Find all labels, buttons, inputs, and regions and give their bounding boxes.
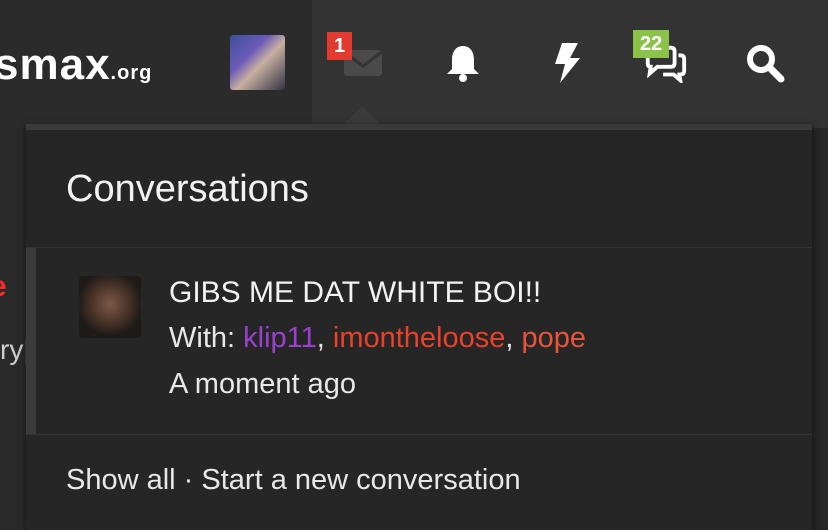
logo-tld: .org	[110, 62, 153, 84]
user-avatar[interactable]	[230, 35, 285, 90]
logo-text: smax	[0, 40, 111, 89]
conversation-title[interactable]: GIBS ME DAT WHITE BOI!!	[169, 276, 541, 310]
inbox-badge: 1	[327, 32, 353, 60]
conversation-item[interactable]: GIBS ME DAT WHITE BOI!! With: klip11, im…	[26, 248, 812, 434]
search-button[interactable]	[742, 40, 788, 86]
bell-icon	[447, 46, 479, 82]
participant-separator: ,	[316, 322, 325, 354]
bolt-icon	[555, 43, 580, 83]
background-fragment-red: e	[0, 270, 7, 304]
with-label: With:	[169, 322, 236, 354]
divider	[26, 434, 812, 435]
dropdown-caret	[342, 106, 382, 126]
participant-link[interactable]: pope	[522, 322, 587, 354]
participant-separator: ,	[505, 322, 514, 354]
start-conversation-link[interactable]: Start a new conversation	[201, 464, 520, 496]
participant-link[interactable]: klip11	[243, 322, 317, 354]
alerts-button[interactable]	[440, 40, 486, 86]
unread-indicator	[26, 248, 36, 434]
dropdown-footer: Show all · Start a new conversation	[66, 464, 521, 497]
show-all-link[interactable]: Show all	[66, 464, 176, 496]
conversations-dropdown: Conversations GIBS ME DAT WHITE BOI!! Wi…	[26, 124, 812, 530]
page-background	[0, 128, 26, 529]
participant-link[interactable]: imontheloose	[333, 322, 506, 354]
site-logo[interactable]: smax.org	[0, 40, 152, 90]
whats-new-button[interactable]	[544, 40, 590, 86]
dropdown-title: Conversations	[66, 168, 309, 210]
chat-badge: 22	[633, 30, 670, 58]
conversation-time: A moment ago	[169, 368, 356, 400]
conversation-avatar[interactable]	[79, 276, 141, 338]
conversation-participants: With: klip11, imontheloose, pope	[169, 322, 586, 355]
search-icon	[747, 45, 785, 83]
footer-separator: ·	[175, 464, 202, 496]
